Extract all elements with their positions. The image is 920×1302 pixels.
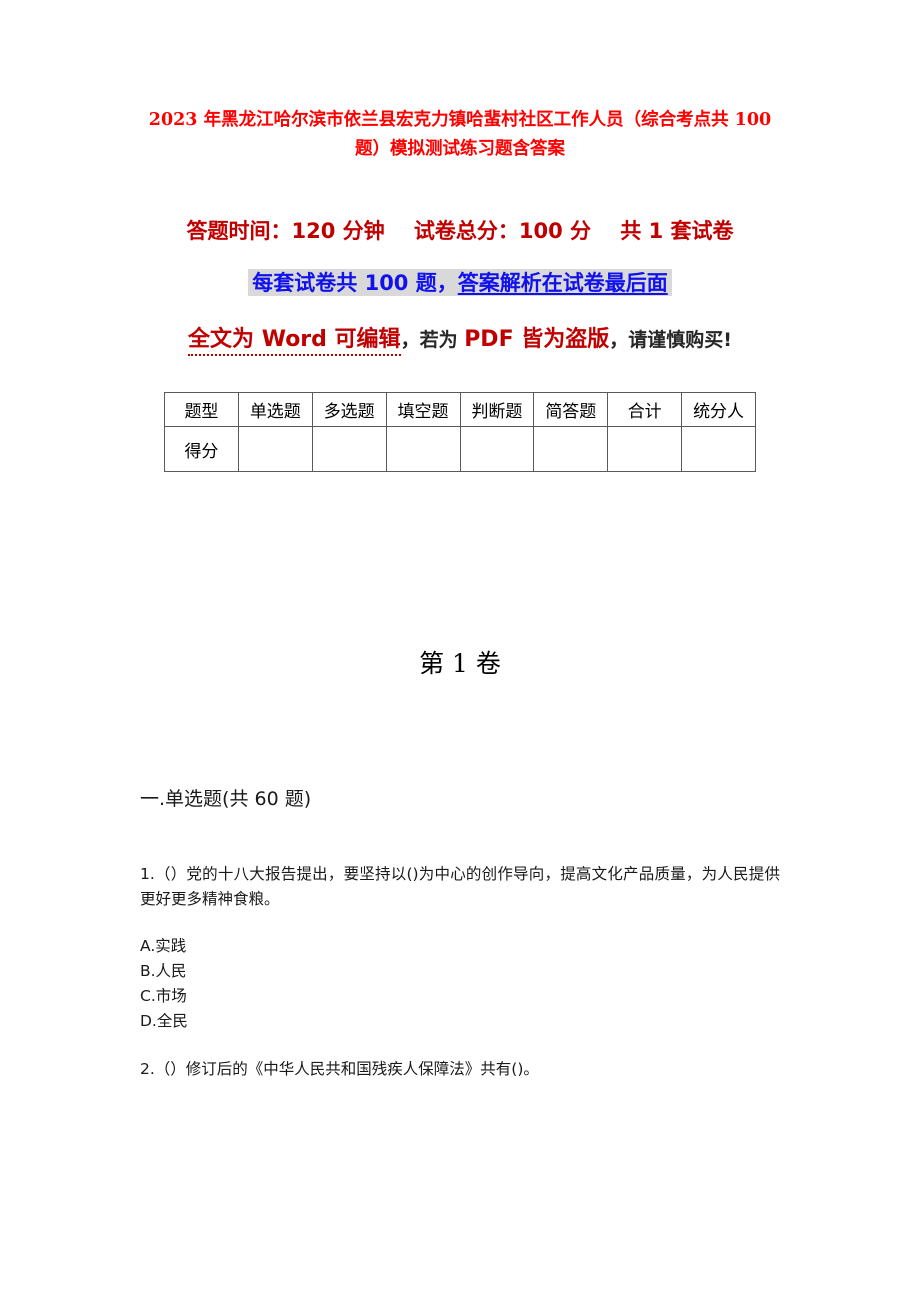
- question-list: 1.（）党的十八大报告提出，要坚持以()为中心的创作导向，提高文化产品质量，为人…: [140, 812, 780, 1082]
- question-text: 2.（）修订后的《中华人民共和国残疾人保障法》共有()。: [140, 1060, 539, 1078]
- score-table-header-cell: 题型: [164, 392, 239, 427]
- warning-pdf-piracy: PDF 皆为盗版: [464, 327, 610, 352]
- question-text: 1.（）党的十八大报告提出，要坚持以()为中心的创作导向，提高文化产品质量，为人…: [140, 865, 780, 908]
- score-table-header-cell: 判断题: [459, 392, 535, 427]
- warning-text-2: ，请谨慎购买!: [609, 329, 732, 351]
- score-cell[interactable]: [311, 426, 387, 472]
- score-cell[interactable]: [607, 426, 683, 472]
- score-table-row: 得分: [164, 426, 756, 472]
- option-b[interactable]: B.人民: [140, 959, 780, 984]
- score-table-header-cell: 统分人: [681, 392, 756, 427]
- score-table-header-cell: 简答题: [533, 392, 609, 427]
- piracy-warning: 全文为 Word 可编辑，若为 PDF 皆为盗版，请谨慎购买!: [150, 302, 770, 362]
- score-cell[interactable]: [681, 426, 756, 472]
- option-c[interactable]: C.市场: [140, 984, 780, 1009]
- score-table-header-cell: 单选题: [237, 392, 313, 427]
- highlight-line-underlined: 答案解析在试卷最后面: [457, 271, 668, 295]
- score-table-container: 题型 单选题 多选题 填空题 判断题 简答题 合计 统分人 得分: [140, 362, 780, 472]
- highlight-line-row: 每套试卷共 100 题，答案解析在试卷最后面: [140, 246, 780, 302]
- score-table-header-row: 题型 单选题 多选题 填空题 判断题 简答题 合计 统分人: [164, 392, 756, 427]
- score-table-header-cell: 合计: [607, 392, 683, 427]
- option-d[interactable]: D.全民: [140, 1009, 780, 1034]
- option-a[interactable]: A.实践: [140, 934, 780, 959]
- score-table-header-cell: 多选题: [311, 392, 387, 427]
- question-item: 1.（）党的十八大报告提出，要坚持以()为中心的创作导向，提高文化产品质量，为人…: [140, 862, 780, 1034]
- score-table-header-cell: 填空题: [385, 392, 461, 427]
- warning-word-editable: 全文为 Word 可编辑: [188, 327, 401, 356]
- exam-info-line: 答题时间：120 分钟 试卷总分：100 分 共 1 套试卷: [186, 219, 734, 243]
- score-cell[interactable]: [533, 426, 609, 472]
- volume-label: 第 1 卷: [419, 649, 501, 678]
- score-table: 题型 单选题 多选题 填空题 判断题 简答题 合计 统分人 得分: [164, 392, 756, 472]
- document-page: 2023 年黑龙江哈尔滨市依兰县宏克力镇哈蜚村社区工作人员（综合考点共 100 …: [0, 0, 920, 1302]
- highlight-line: 每套试卷共 100 题，答案解析在试卷最后面: [248, 269, 672, 296]
- score-table-row-label: 得分: [164, 426, 239, 472]
- question-spacer: [140, 1034, 780, 1057]
- question-item: 2.（）修订后的《中华人民共和国残疾人保障法》共有()。: [140, 1057, 780, 1082]
- score-cell[interactable]: [459, 426, 535, 472]
- section-heading-single-choice: 一.单选题(共 60 题): [140, 788, 312, 810]
- warning-text-1: ，若为: [400, 329, 465, 351]
- score-cell[interactable]: [237, 426, 313, 472]
- document-title: 2023 年黑龙江哈尔滨市依兰县宏克力镇哈蜚村社区工作人员（综合考点共 100 …: [148, 110, 772, 159]
- score-cell[interactable]: [385, 426, 461, 472]
- question-options: A.实践 B.人民 C.市场 D.全民: [140, 912, 780, 1034]
- highlight-line-plain: 每套试卷共 100 题，: [252, 271, 458, 295]
